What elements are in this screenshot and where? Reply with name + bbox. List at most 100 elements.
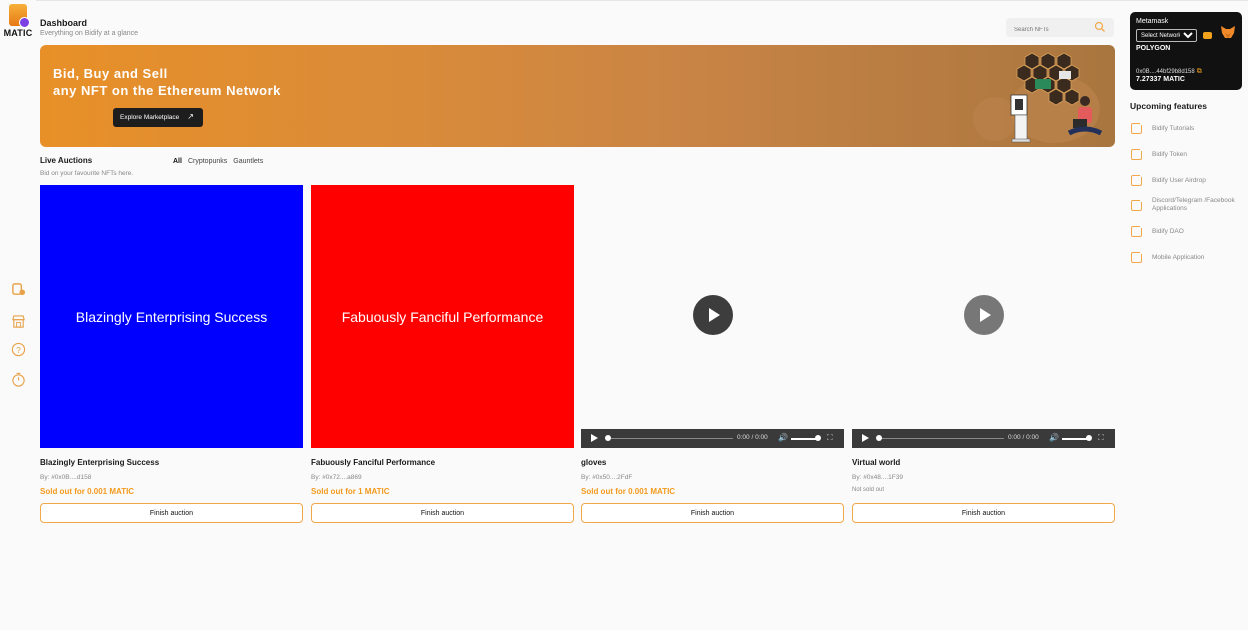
nft-owner: By: #0x48....1F39 [852, 474, 903, 481]
play-small-icon[interactable] [862, 434, 869, 442]
external-link-icon [1131, 224, 1144, 237]
metamask-fox-icon [1221, 26, 1235, 38]
external-link-icon [1131, 121, 1144, 134]
auction-card: Blazingly Enterprising Success Blazingly… [40, 185, 303, 523]
finish-auction-button[interactable]: Finish auction [311, 503, 574, 523]
external-link-icon [1131, 197, 1144, 211]
filter-gauntlets[interactable]: Gauntlets [233, 158, 263, 165]
volume-bar[interactable] [1062, 438, 1089, 440]
nft-owner: By: #0x72....a869 [311, 474, 362, 481]
play-icon[interactable] [692, 294, 733, 335]
upcoming-features-title: Upcoming features [1130, 101, 1207, 111]
volume-icon[interactable]: 🔊 [778, 433, 788, 442]
brand-label: MATIC [3, 28, 33, 38]
video-time: 0:00 / 0:00 [737, 434, 768, 441]
video-time: 0:00 / 0:00 [1008, 434, 1039, 441]
explore-marketplace-label: Explore Marketplace [120, 114, 180, 121]
wallet-name: Metamask [1136, 18, 1169, 25]
finish-auction-button[interactable]: Finish auction [40, 503, 303, 523]
wallet-panel: Metamask Select Network POLYGON 0x0B....… [1130, 12, 1242, 90]
feature-item[interactable]: Bidify Tutorials [1131, 121, 1243, 134]
feature-label: Bidify Tutorials [1152, 124, 1195, 132]
nft-title: Fabuously Fanciful Performance [311, 458, 436, 467]
auction-card: 0:00 / 0:00 🔊 ⛶ gloves By: #0x50....2FdF… [581, 185, 844, 523]
sale-status: Sold out for 1 MATIC [311, 487, 390, 496]
auction-card: 0:00 / 0:00 🔊 ⛶ Virtual world By: #0x48.… [852, 185, 1115, 523]
finish-auction-button[interactable]: Finish auction [852, 503, 1115, 523]
video-controls: 0:00 / 0:00 🔊 ⛶ [581, 429, 844, 448]
seek-knob[interactable] [605, 435, 611, 441]
nft-image[interactable]: Fabuously Fanciful Performance [311, 185, 574, 448]
marketplace-icon[interactable] [10, 314, 26, 330]
seek-bar[interactable] [877, 438, 1004, 439]
seek-knob[interactable] [876, 435, 882, 441]
sale-status: Sold out for 0.001 MATIC [581, 487, 676, 496]
brand-logo[interactable]: MATIC [2, 4, 34, 46]
network-select[interactable]: Select Network [1136, 29, 1197, 42]
volume-knob[interactable] [1086, 435, 1092, 441]
nft-title: Blazingly Enterprising Success [40, 458, 160, 467]
live-auctions-subtitle: Bid on your favourite NFTs here. [40, 170, 134, 177]
nft-title: gloves [581, 458, 607, 467]
video-link-icon[interactable] [1203, 32, 1212, 39]
filter-cryptopunks[interactable]: Cryptopunks [188, 158, 227, 165]
wallet-balance: 7.27337 MATIC [1136, 76, 1185, 83]
auction-filters: All Cryptopunks Gauntlets [173, 158, 263, 165]
copy-icon[interactable]: ⧉ [1197, 68, 1202, 75]
wallet-address: 0x0B....44bf29b8d158 [1136, 69, 1195, 75]
help-icon[interactable]: ? [10, 342, 26, 358]
feature-item[interactable]: Bidify Token [1131, 147, 1243, 160]
search-box [1006, 18, 1114, 40]
auction-card: Fabuously Fanciful Performance Fabuously… [311, 185, 574, 523]
nft-video[interactable]: 0:00 / 0:00 🔊 ⛶ [581, 185, 844, 448]
hero-illustration [973, 52, 1103, 143]
search-input[interactable] [1006, 20, 1086, 40]
nft-owner: By: #0x50....2FdF [581, 474, 633, 481]
nft-title: Virtual world [852, 458, 901, 467]
feature-label: Bidify DAO [1152, 227, 1184, 235]
explore-marketplace-button[interactable]: Explore Marketplace ↗ [113, 108, 203, 127]
seek-bar[interactable] [606, 438, 733, 439]
live-auctions-title: Live Auctions [40, 156, 93, 165]
external-link-icon [1131, 250, 1144, 263]
feature-label: Discord/Telegram /Facebook Applications [1152, 197, 1235, 212]
search-icon[interactable] [1094, 21, 1106, 33]
volume-bar[interactable] [791, 438, 818, 440]
feature-label: Bidify User Airdrop [1152, 176, 1206, 184]
nft-image-text: Fabuously Fanciful Performance [341, 308, 544, 325]
feature-item[interactable]: Bidify User Airdrop [1131, 173, 1243, 186]
external-link-icon [1131, 173, 1144, 186]
play-icon[interactable] [963, 294, 1004, 335]
sale-status: Not sold out [852, 487, 885, 493]
external-link-icon [1131, 147, 1144, 160]
play-small-icon[interactable] [591, 434, 598, 442]
timer-icon[interactable] [10, 372, 26, 388]
sale-status: Sold out for 0.001 MATIC [40, 487, 135, 496]
wallet-address-row: 0x0B....44bf29b8d158 ⧉ [1136, 68, 1202, 76]
feature-item[interactable]: Bidify DAO [1131, 224, 1243, 237]
finish-auction-button[interactable]: Finish auction [581, 503, 844, 523]
network-name: POLYGON [1136, 45, 1171, 52]
bidify-logo-icon [9, 4, 30, 28]
feature-label: Mobile Application [1152, 253, 1205, 261]
hero-headline-line2: any NFT on the Ethereum Network [53, 83, 281, 98]
volume-knob[interactable] [815, 435, 821, 441]
nft-video[interactable]: 0:00 / 0:00 🔊 ⛶ [852, 185, 1115, 448]
volume-icon[interactable]: 🔊 [1049, 433, 1059, 442]
fullscreen-icon[interactable]: ⛶ [827, 433, 833, 443]
filter-all[interactable]: All [173, 158, 182, 165]
fullscreen-icon[interactable]: ⛶ [1098, 433, 1104, 443]
video-controls: 0:00 / 0:00 🔊 ⛶ [852, 429, 1115, 448]
feature-item[interactable]: Discord/Telegram /Facebook Applications [1131, 197, 1243, 213]
hero-banner: Bid, Buy and Sell any NFT on the Ethereu… [40, 45, 1115, 147]
left-rail: MATIC ? [0, 0, 36, 630]
bidify-icon[interactable] [10, 282, 26, 298]
nft-image[interactable]: Blazingly Enterprising Success [40, 185, 303, 448]
page-subtitle: Everything on Bidify at a glance [40, 30, 139, 37]
nft-owner: By: #0x0B....d158 [40, 474, 92, 481]
nft-image-text: Blazingly Enterprising Success [75, 308, 268, 325]
hero-headline-line1: Bid, Buy and Sell [53, 66, 168, 81]
feature-item[interactable]: Mobile Application [1131, 250, 1243, 263]
svg-text:?: ? [16, 345, 21, 355]
top-divider [0, 0, 1248, 1]
